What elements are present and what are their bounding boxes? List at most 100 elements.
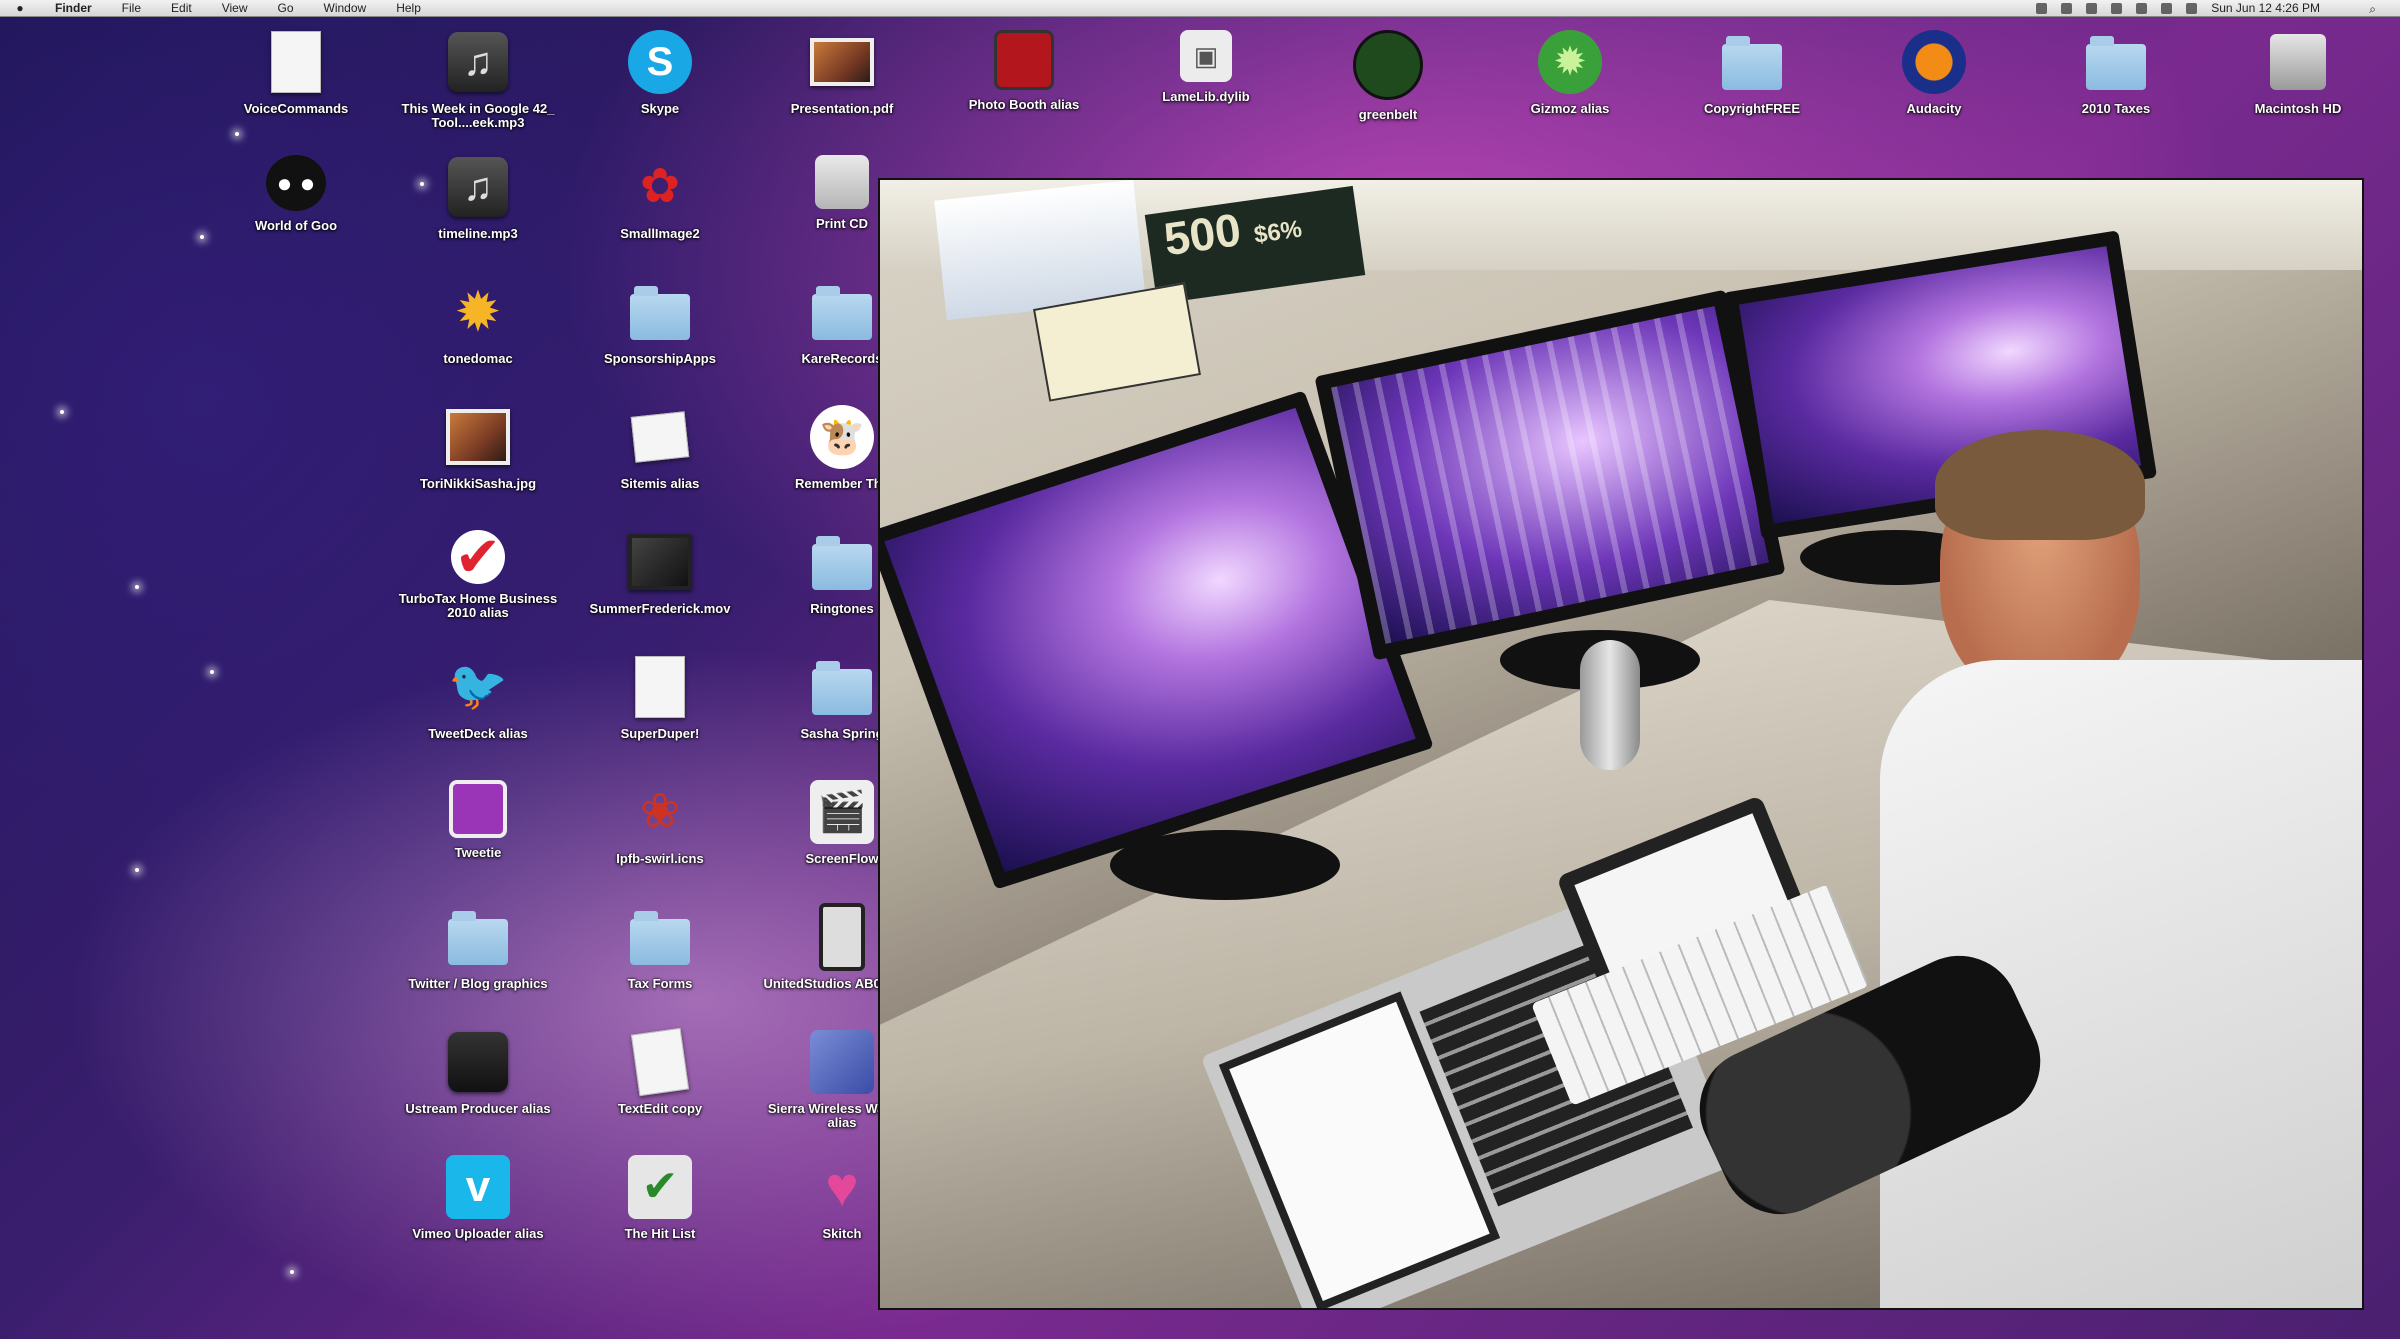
icon-label: Tweetie xyxy=(454,845,502,860)
skype-icon: S xyxy=(628,30,692,94)
folder-icon xyxy=(810,280,874,344)
status-icon[interactable] xyxy=(2061,2,2073,14)
desktop-icon-turbotax[interactable]: ✔ TurboTax Home Business 2010 alias xyxy=(393,529,563,650)
desktop-icon-smallimage2[interactable]: ✿ SmallImage2 xyxy=(575,155,745,275)
textedit-icon xyxy=(628,1027,692,1097)
bird-icon: 🐦 xyxy=(448,660,508,713)
star xyxy=(135,585,139,589)
document-icon xyxy=(264,30,328,94)
app-icon xyxy=(810,1030,874,1094)
headphones-icon xyxy=(1902,30,1966,94)
menubar-clock[interactable]: Sun Jun 12 4:26 PM xyxy=(2211,1,2320,15)
desktop-icon-ipfb-swirl[interactable]: ❀ Ipfb-swirl.icns xyxy=(575,780,745,900)
box-text-small: $6% xyxy=(1252,215,1304,249)
desktop-icon-superduper[interactable]: SuperDuper! xyxy=(575,655,745,775)
desktop-icon-photobooth[interactable]: Photo Booth alias xyxy=(939,30,1109,150)
desktop-icon-copyrightfree[interactable]: CopyrightFREE xyxy=(1667,30,1837,150)
movie-icon xyxy=(628,530,692,594)
icon-label: Photo Booth alias xyxy=(968,97,1080,112)
desktop-icon-presentation[interactable]: Presentation.pdf xyxy=(757,30,927,150)
desktop-icon-torinikkisasha[interactable]: ToriNikkiSasha.jpg xyxy=(393,405,563,525)
icon-label: 2010 Taxes xyxy=(2081,101,2151,116)
desktop-icon-tweetie[interactable]: Tweetie xyxy=(393,780,563,900)
icon-label: tonedomac xyxy=(443,351,513,366)
desktop-icon-ustream[interactable]: Ustream Producer alias xyxy=(393,1030,563,1150)
status-icon[interactable] xyxy=(2036,2,2048,14)
desktop-icon-tonedomac[interactable]: ✹ tonedomac xyxy=(393,280,563,400)
cd-icon xyxy=(815,155,869,209)
menu-go[interactable]: Go xyxy=(263,0,309,16)
desktop-icon-vimeo[interactable]: v Vimeo Uploader alias xyxy=(393,1155,563,1275)
desktop-icon-tweetdeck[interactable]: 🐦 TweetDeck alias xyxy=(393,655,563,775)
menu-file[interactable]: File xyxy=(107,0,156,16)
desktop-icon-sitemis[interactable]: Sitemis alias xyxy=(575,405,745,525)
folder-icon xyxy=(810,530,874,594)
status-menus: Sun Jun 12 4:26 PM xyxy=(2036,0,2320,16)
star xyxy=(200,235,204,239)
desktop-icon-timeline[interactable]: ♫ timeline.mp3 xyxy=(393,155,563,275)
flag-icon[interactable] xyxy=(2186,2,2198,14)
menu-view[interactable]: View xyxy=(207,0,263,16)
desktop-icon-twig[interactable]: ♫ This Week in Google 42_ Tool....eek.mp… xyxy=(393,30,563,150)
icon-label: Macintosh HD xyxy=(2254,101,2342,116)
menu-edit[interactable]: Edit xyxy=(156,0,207,16)
document-icon xyxy=(628,655,692,719)
icon-label: SmallImage2 xyxy=(620,226,700,241)
menu-finder[interactable]: Finder xyxy=(40,0,107,16)
desktop-icon-twitter-blog[interactable]: Twitter / Blog graphics xyxy=(393,905,563,1025)
spotlight-icon[interactable]: ⌕ xyxy=(2369,2,2376,17)
webcam-video-window[interactable]: 500 $6% xyxy=(880,180,2362,1308)
icon-label: Tax Forms xyxy=(627,976,693,991)
icon-label: CopyrightFREE xyxy=(1703,101,1801,116)
desktop-icon-voicecommands[interactable]: VoiceCommands xyxy=(211,30,381,150)
desktop-icon-world-of-goo[interactable]: ● ● World of Goo xyxy=(211,155,381,275)
icon-label: TweetDeck alias xyxy=(428,726,528,741)
image-icon: ✿ xyxy=(639,160,681,213)
folder-icon xyxy=(628,905,692,969)
desktop-icon-macintosh-hd[interactable]: Macintosh HD xyxy=(2213,30,2383,150)
desktop-icon-skype[interactable]: S Skype xyxy=(575,30,745,150)
icon-label: greenbelt xyxy=(1358,107,1418,122)
pdf-icon xyxy=(810,30,874,94)
image-icon: ❀ xyxy=(639,785,681,838)
icon-label: Audacity xyxy=(1906,101,1962,116)
status-icon[interactable] xyxy=(2086,2,2098,14)
star xyxy=(60,410,64,414)
desktop-icon-gizmoz[interactable]: ✹ Gizmoz alias xyxy=(1485,30,1655,150)
menu-window[interactable]: Window xyxy=(309,0,382,16)
icon-label: The Hit List xyxy=(624,1226,696,1241)
volume-icon[interactable] xyxy=(2161,2,2173,14)
desktop-icon-greenbelt[interactable]: greenbelt xyxy=(1303,30,1473,150)
document-icon xyxy=(628,405,692,469)
desktop-icon-2010taxes[interactable]: 2010 Taxes xyxy=(2031,30,2201,150)
monitor-stand xyxy=(1110,830,1340,900)
desktop-icon-audacity[interactable]: Audacity xyxy=(1849,30,2019,150)
icon-label: ToriNikkiSasha.jpg xyxy=(419,476,537,491)
icon-label: VoiceCommands xyxy=(243,101,349,116)
app-icon xyxy=(1353,30,1423,100)
desktop-icon-tax-forms[interactable]: Tax Forms xyxy=(575,905,745,1025)
icon-label: Twitter / Blog graphics xyxy=(408,976,548,991)
apple-menu-icon[interactable]: ● xyxy=(0,1,40,15)
goo-ball-icon: ● ● xyxy=(266,155,326,211)
folder-icon xyxy=(446,905,510,969)
desktop-icon-lamelib[interactable]: ▣ LameLib.dylib xyxy=(1121,30,1291,150)
status-icon[interactable] xyxy=(2111,2,2123,14)
desktop-icon-sponsorshipapps[interactable]: SponsorshipApps xyxy=(575,280,745,400)
center-monitor xyxy=(1314,289,1786,661)
icon-label: Ustream Producer alias xyxy=(405,1101,551,1116)
wifi-icon[interactable] xyxy=(2136,2,2148,14)
cow-icon: 🐮 xyxy=(810,405,874,469)
desktop-icon-summerfrederick[interactable]: SummerFrederick.mov xyxy=(575,530,745,650)
phone-icon xyxy=(810,903,874,971)
icon-label: Ipfb-swirl.icns xyxy=(616,851,704,866)
icon-label: Presentation.pdf xyxy=(790,101,894,116)
icon-label: TextEdit copy xyxy=(617,1101,703,1116)
ustream-icon xyxy=(446,1030,510,1094)
microphone xyxy=(1580,640,1640,770)
desktop-icon-hit-list[interactable]: ✔ The Hit List xyxy=(575,1155,745,1275)
menu-help[interactable]: Help xyxy=(381,0,436,16)
person-hair xyxy=(1935,430,2145,540)
folder-icon xyxy=(2084,30,2148,94)
desktop-icon-textedit-copy[interactable]: TextEdit copy xyxy=(575,1027,745,1150)
